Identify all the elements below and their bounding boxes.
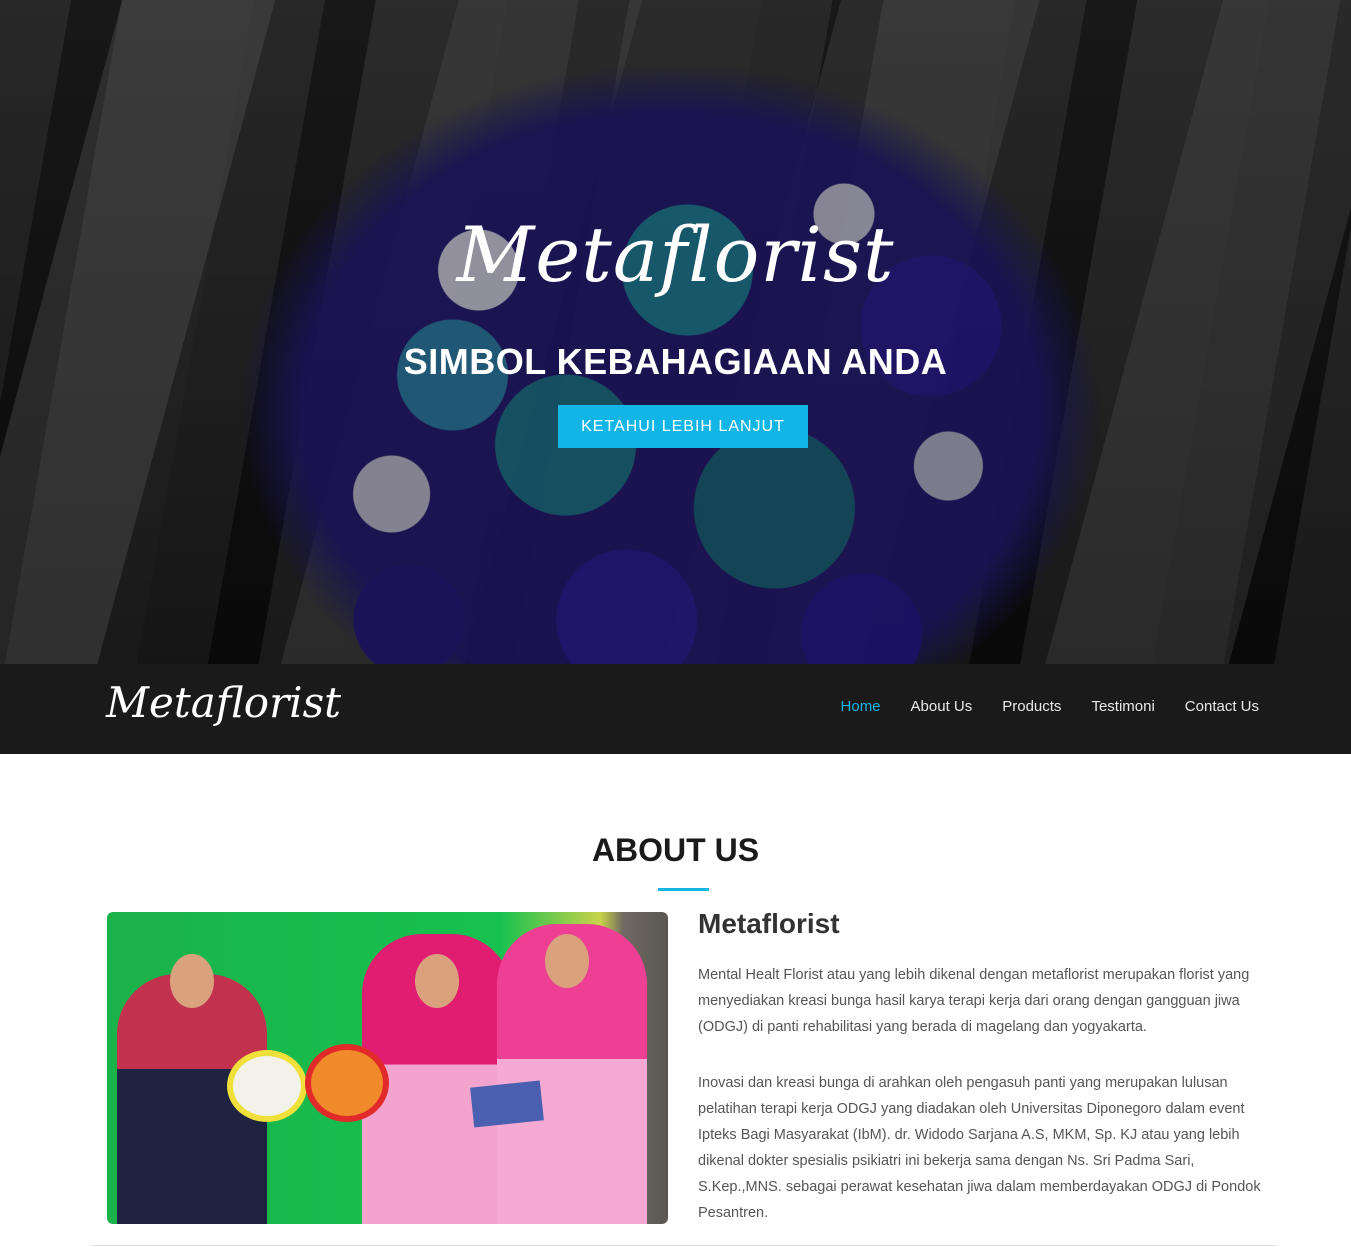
nav-item-home[interactable]: Home [841,698,881,715]
photo-face [545,934,589,988]
photo-face [415,954,459,1008]
team-photo [107,912,668,1224]
nav-item-contact-us[interactable]: Contact Us [1185,698,1259,715]
photo-face [170,954,214,1008]
nav-item-about-us[interactable]: About Us [911,698,973,715]
title-underline [658,888,709,891]
about-heading: Metaflorist [698,908,840,939]
section-divider [92,1245,1276,1246]
photo-bouquet [227,1050,307,1122]
nav-item-testimoni[interactable]: Testimoni [1091,698,1154,715]
hero-brand-logo: Metaflorist [456,210,895,299]
about-paragraph: Mental Healt Florist atau yang lebih dik… [698,967,1250,1035]
hero-tagline: SIMBOL KEBAHAGIAAN ANDA [403,341,948,382]
hero-overlay [0,0,1351,664]
nav-item-products[interactable]: Products [1002,698,1061,715]
photo-bouquet [305,1044,389,1122]
hero-section: Metaflorist SIMBOL KEBAHAGIAAN ANDA KETA… [0,0,1351,664]
navbar-brand-logo[interactable]: Metaflorist [106,678,341,727]
about-paragraph: Inovasi dan kreasi bunga di arahkan oleh… [698,1075,1261,1221]
main-navbar: Metaflorist Home About Us Products Testi… [0,664,1351,754]
learn-more-button[interactable]: KETAHUI LEBIH LANJUT [558,405,808,448]
photo-gift-box [470,1080,544,1128]
nav-menu: Home About Us Products Testimoni Contact… [841,698,1259,715]
about-section-title: ABOUT US [591,832,760,868]
